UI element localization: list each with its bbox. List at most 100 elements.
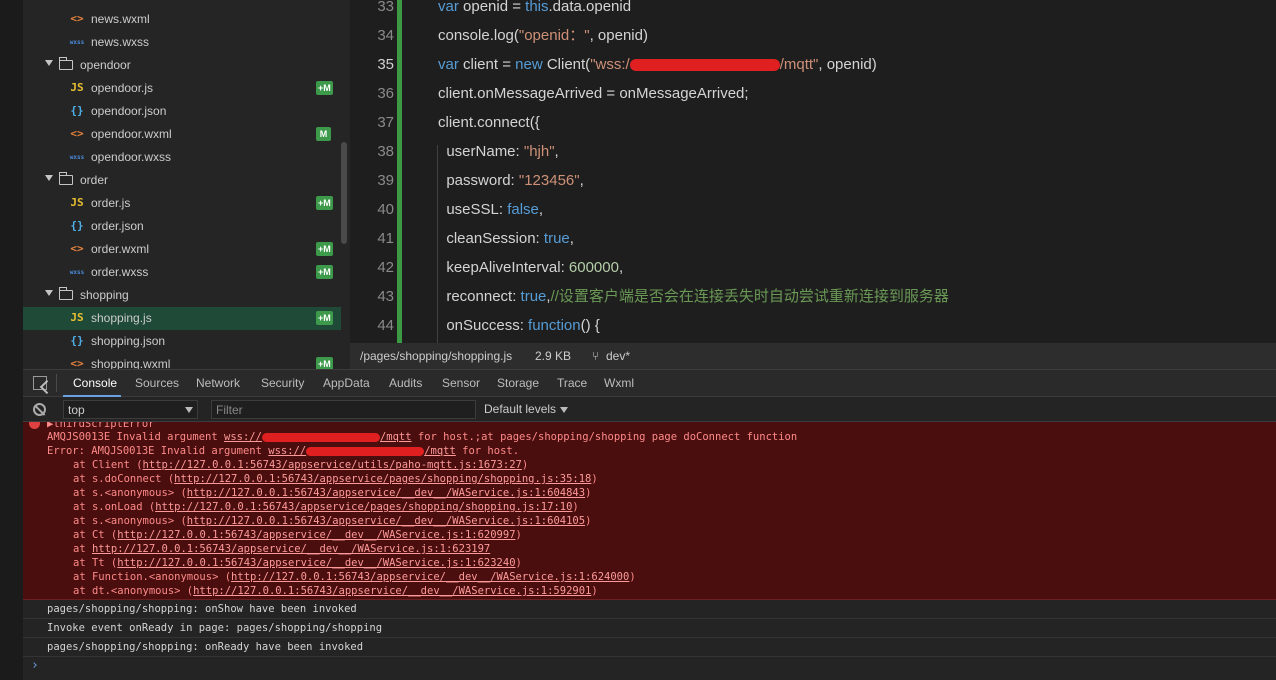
chevron-down-icon[interactable]: [45, 175, 53, 181]
tree-folder[interactable]: opendoor: [23, 54, 341, 77]
code-line[interactable]: 38 userName: "hjh",: [350, 137, 1276, 166]
tree-file[interactable]: <> opendoor.wxml M: [23, 123, 341, 146]
line-number: 44: [377, 317, 394, 334]
tree-file[interactable]: <> news.wxml: [23, 8, 341, 31]
code-token: var: [438, 0, 464, 15]
source-link[interactable]: http://127.0.0.1:56743/appservice/pages/…: [174, 473, 591, 485]
tree-file[interactable]: wxss news.wxss: [23, 31, 341, 54]
js-file-icon: JS: [70, 311, 84, 324]
tree-file[interactable]: JS opendoor.js +M: [23, 77, 341, 100]
source-link[interactable]: http://127.0.0.1:56743/appservice/__dev_…: [92, 543, 490, 555]
error-text: AMQJS0013E Invalid argument: [47, 431, 225, 443]
tree-file[interactable]: <> shopping.wxml +M: [23, 353, 341, 369]
error-text: at: [73, 543, 92, 555]
file-label: order.wxml: [91, 242, 150, 256]
tree-file[interactable]: JS order.js +M: [23, 192, 341, 215]
log-entry: pages/shopping/shopping: onReady have be…: [23, 638, 1276, 657]
chevron-down-icon: [185, 407, 193, 413]
tab-trace[interactable]: Trace: [557, 376, 587, 390]
source-link[interactable]: http://127.0.0.1:56743/appservice/__dev_…: [117, 557, 515, 569]
tab-sensor[interactable]: Sensor: [442, 376, 480, 390]
log-entry: pages/shopping/shopping: onShow have bee…: [23, 600, 1276, 619]
chevron-down-icon[interactable]: [45, 290, 53, 296]
tab-wxml[interactable]: Wxml: [604, 376, 634, 390]
source-link[interactable]: http://127.0.0.1:56743/appservice/__dev_…: [193, 585, 591, 597]
editor-status-bar: /pages/shopping/shopping.js 2.9 KB ⑂ dev…: [350, 343, 1276, 369]
code-token: cleanSession:: [438, 230, 544, 247]
source-link[interactable]: http://127.0.0.1:56743/appservice/utils/…: [143, 459, 522, 471]
tree-file[interactable]: {} order.json: [23, 215, 341, 238]
code-line[interactable]: 42 keepAliveInterval: 600000,: [350, 253, 1276, 282]
clear-console-icon[interactable]: [33, 403, 46, 416]
source-link[interactable]: http://127.0.0.1:56743/appservice/__dev_…: [117, 529, 515, 541]
devtools-tabbar: Console Sources Network Security AppData Audi…: [23, 369, 1276, 397]
source-link[interactable]: http://127.0.0.1:56743/appservice/__dev_…: [231, 571, 629, 583]
tab-security[interactable]: Security: [261, 376, 304, 390]
source-link[interactable]: http://127.0.0.1:56743/appservice/pages/…: [155, 501, 572, 513]
code-line[interactable]: 35 var client = new Client("wss:/ /mqtt", …: [350, 50, 1276, 79]
code-line[interactable]: 41 cleanSession: true,: [350, 224, 1276, 253]
tree-folder[interactable]: shopping: [23, 284, 341, 307]
code-line[interactable]: 44 onSuccess: function() {: [350, 311, 1276, 340]
context-select[interactable]: top: [63, 400, 198, 419]
code-editor[interactable]: 33 var openid = this.data.openid 34 console…: [350, 0, 1276, 343]
source-link[interactable]: wss://: [268, 445, 306, 457]
tree-file[interactable]: {} opendoor.json: [23, 100, 341, 123]
error-line: AMQJS0013E Invalid argument wss:///mqtt …: [47, 430, 797, 444]
code-line[interactable]: 39 password: "123456",: [350, 166, 1276, 195]
file-label: order.json: [91, 219, 144, 233]
file-label: opendoor.js: [91, 81, 154, 95]
tree-file[interactable]: {} shopping.json: [23, 330, 341, 353]
git-status-badge: +M: [316, 265, 333, 279]
redaction-mark: [629, 59, 780, 72]
tab-console[interactable]: Console: [73, 376, 117, 390]
code-token: /mqtt": [779, 56, 819, 73]
code-line[interactable]: 34 console.log("openid：", openid): [350, 21, 1276, 50]
file-tree-scrollbar[interactable]: [341, 142, 347, 244]
console-prompt[interactable]: ›: [31, 658, 39, 673]
code-line[interactable]: 33 var openid = this.data.openid: [350, 0, 1276, 21]
filter-input[interactable]: [211, 400, 476, 419]
git-branch[interactable]: dev*: [606, 349, 630, 363]
line-number: 37: [377, 114, 394, 131]
tab-storage[interactable]: Storage: [497, 376, 539, 390]
error-text: Error: AMQJS0013E Invalid argument: [47, 445, 269, 457]
error-text: ): [591, 473, 598, 485]
tab-network[interactable]: Network: [196, 376, 240, 390]
tree-file[interactable]: wxss order.wxss +M: [23, 261, 341, 284]
tree-file[interactable]: JS shopping.js +M: [23, 307, 341, 330]
code-token: ,: [538, 201, 544, 218]
tree-file[interactable]: wxss opendoor.wxss: [23, 146, 341, 169]
code-token: keepAliveInterval:: [438, 259, 569, 276]
code-line[interactable]: 43 reconnect: true,//设置客户端是否会在连接丢失时自动尝试重…: [350, 282, 1276, 311]
stack-frame: at dt.<anonymous> (http://127.0.0.1:5674…: [73, 584, 598, 598]
stack-frame: at http://127.0.0.1:56743/appservice/__d…: [73, 542, 490, 556]
code-token: false: [507, 201, 539, 218]
git-status-badge: +M: [316, 357, 333, 369]
error-text: at dt.<anonymous> (: [73, 585, 194, 597]
code-token: true: [520, 288, 547, 305]
tab-appdata[interactable]: AppData: [323, 376, 370, 390]
source-link[interactable]: /mqtt: [424, 445, 456, 457]
tree-folder[interactable]: order: [23, 169, 341, 192]
source-link[interactable]: http://127.0.0.1:56743/appservice/__dev_…: [187, 487, 585, 499]
tree-file[interactable]: <> order.wxml +M: [23, 238, 341, 261]
source-link[interactable]: http://127.0.0.1:56743/appservice/__dev_…: [187, 515, 585, 527]
code-token: true: [543, 230, 570, 247]
tab-sources[interactable]: Sources: [135, 376, 179, 390]
log-levels-dropdown[interactable]: Default levels: [484, 402, 569, 416]
line-number: 34: [377, 27, 394, 44]
code-line[interactable]: 37 client.connect({: [350, 108, 1276, 137]
code-token: "123456": [518, 172, 580, 189]
code-token: ,: [579, 172, 584, 189]
source-link[interactable]: /mqtt: [380, 431, 412, 443]
chevron-down-icon[interactable]: [45, 60, 53, 66]
tab-audits[interactable]: Audits: [389, 376, 422, 390]
code-token: reconnect:: [438, 288, 521, 305]
inspect-element-icon[interactable]: [33, 376, 47, 390]
error-line: Error: AMQJS0013E Invalid argument wss:/…: [47, 444, 519, 458]
code-token: "hjh": [523, 143, 555, 160]
source-link[interactable]: wss://: [224, 431, 262, 443]
code-line[interactable]: 40 useSSL: false,: [350, 195, 1276, 224]
code-line[interactable]: 36 client.onMessageArrived = onMessageArr…: [350, 79, 1276, 108]
